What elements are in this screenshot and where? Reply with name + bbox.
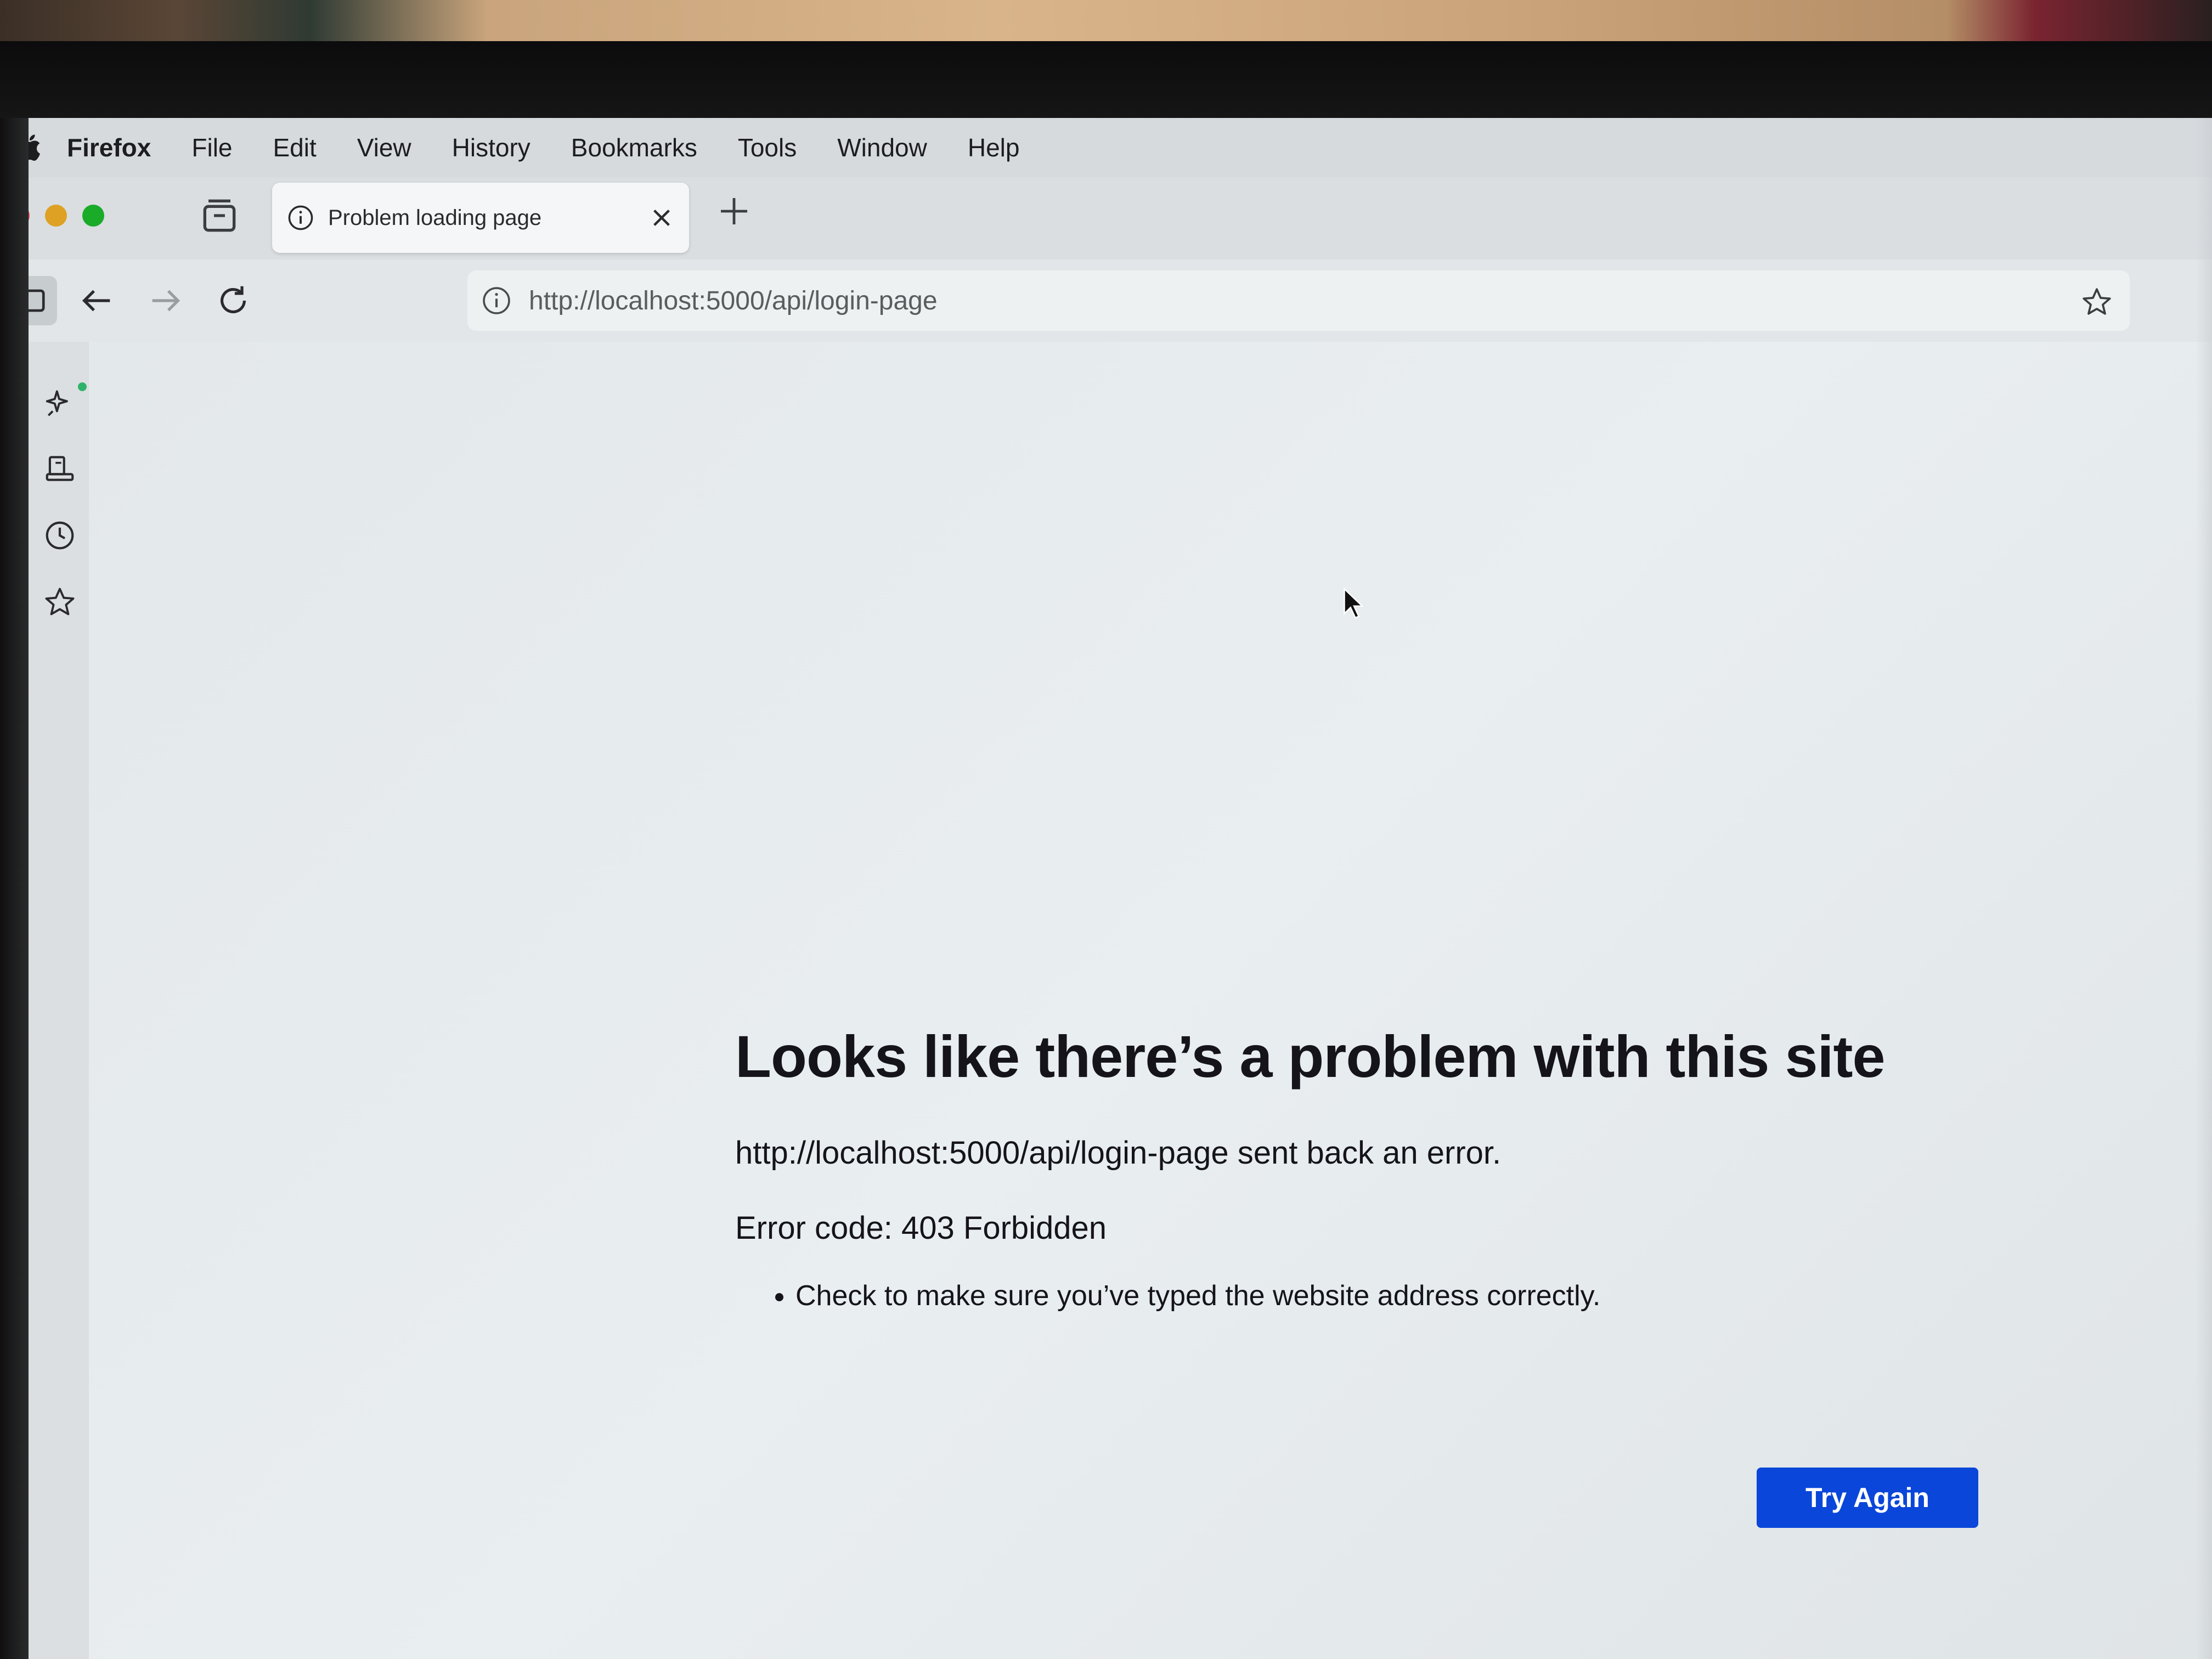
forward-arrow-icon[interactable] [146,281,184,320]
menu-file[interactable]: File [191,133,232,162]
star-icon[interactable] [2080,286,2113,319]
screen-glare [2196,118,2212,1659]
sidebar [29,342,89,1659]
tab-strip: Problem loading page [0,177,2212,259]
tab-title: Problem loading page [328,205,542,230]
menu-history[interactable]: History [452,133,531,162]
window-zoom-button[interactable] [82,205,104,227]
error-tips-list: Check to make sure you’ve typed the webs… [735,1279,1975,1312]
history-clock-icon[interactable] [43,518,77,552]
url-text[interactable]: http://localhost:5000/api/login-page [529,286,938,316]
info-icon [288,205,313,230]
back-arrow-icon[interactable] [78,281,116,320]
sparkle-icon[interactable] [43,386,77,420]
menu-help[interactable]: Help [968,133,1020,162]
synced-tabs-icon[interactable] [43,452,77,486]
window-minimize-button[interactable] [45,205,67,227]
nav-bar: http://localhost:5000/api/login-page [0,259,2212,342]
plus-icon[interactable] [716,194,752,229]
url-bar[interactable]: http://localhost:5000/api/login-page [467,270,2130,331]
menu-bar: Firefox File Edit View History Bookmarks… [0,118,2212,177]
menu-window[interactable]: Window [837,133,927,162]
tab-list-icon[interactable] [198,194,241,238]
try-again-button[interactable]: Try Again [1757,1468,1978,1528]
menu-tools[interactable]: Tools [738,133,797,162]
error-tip: Check to make sure you’ve typed the webs… [795,1279,1975,1312]
tab-problem-loading[interactable]: Problem loading page [272,183,689,253]
error-title: Looks like there’s a problem with this s… [735,1023,1886,1090]
left-bezel [0,118,29,1659]
error-description: http://localhost:5000/api/login-page sen… [735,1135,1502,1171]
menu-bookmarks[interactable]: Bookmarks [571,133,697,162]
notification-dot [78,382,87,391]
mouse-cursor-icon [1344,588,1364,619]
bookmarks-star-icon[interactable] [43,585,77,619]
photo-scene: Firefox File Edit View History Bookmarks… [0,0,2212,1659]
menu-app-firefox[interactable]: Firefox [67,133,151,162]
reload-icon[interactable] [214,281,252,320]
error-code: Error code: 403 Forbidden [735,1210,1107,1246]
close-icon[interactable] [651,207,673,229]
error-container: Looks like there’s a problem with this s… [735,1022,1978,1528]
screen: Firefox File Edit View History Bookmarks… [0,118,2212,1659]
info-icon[interactable] [481,285,512,317]
page-content: Looks like there’s a problem with this s… [89,342,2212,1659]
menu-view[interactable]: View [357,133,411,162]
menu-edit[interactable]: Edit [273,133,317,162]
